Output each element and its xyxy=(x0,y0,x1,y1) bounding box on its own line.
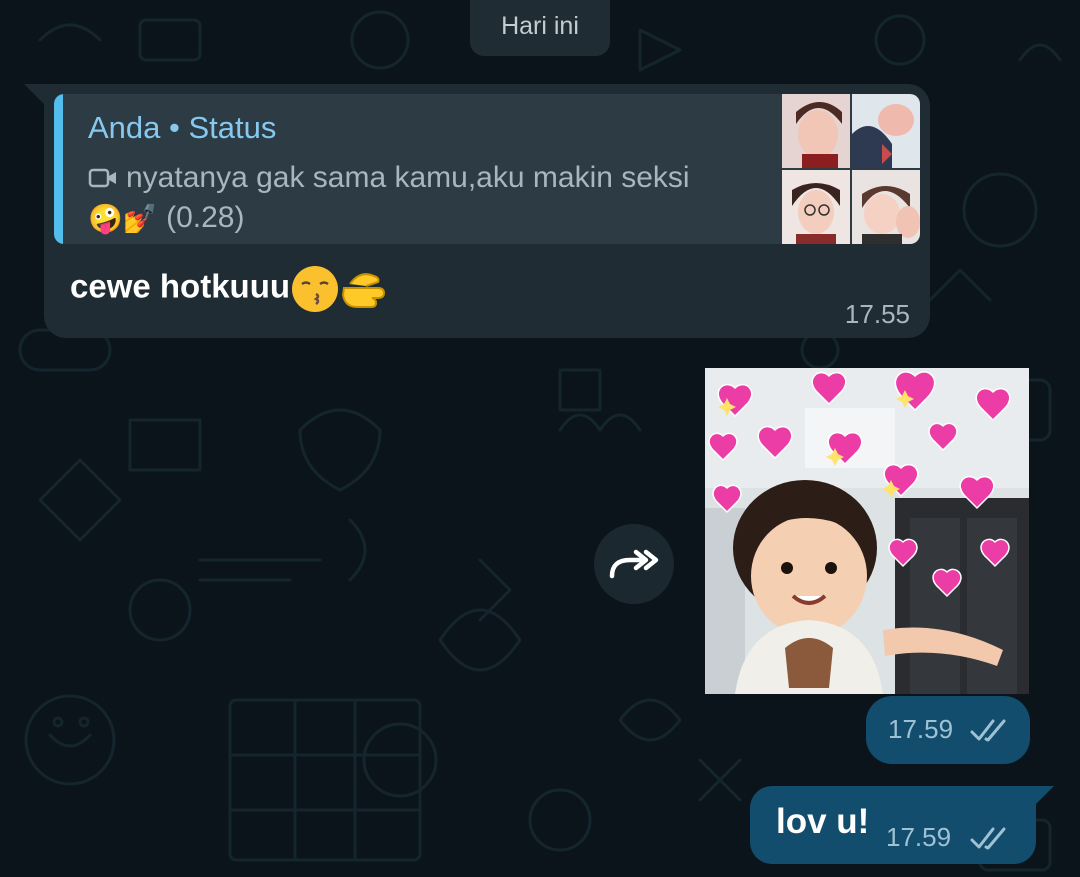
message-time: 17.55 xyxy=(844,299,910,329)
status-photo xyxy=(852,94,920,168)
status-photo xyxy=(782,170,850,244)
quote-title: Anda • Status xyxy=(88,110,277,145)
outgoing-message-bubble[interactable]: lov u! 17.59 xyxy=(750,786,1036,864)
double-check-icon xyxy=(970,719,1006,742)
incoming-bubble-tail xyxy=(24,84,46,106)
chat-window: Hari ini Anda • Status nyatanya gak sama… xyxy=(0,0,1080,877)
incoming-message-bubble[interactable]: Anda • Status nyatanya gak sama kamu,aku… xyxy=(44,84,930,338)
quote-caption: nyatanya gak sama kamu,aku makin seksi 🤪… xyxy=(88,158,778,239)
pointing-hand-emoji xyxy=(342,273,386,308)
outgoing-message-time: 17.59 xyxy=(886,822,952,852)
kissing-face-emoji xyxy=(292,266,339,312)
double-check-icon xyxy=(970,827,1006,850)
quote-accent-bar xyxy=(54,94,63,244)
outgoing-bubble-tail xyxy=(1034,786,1054,806)
message-text: cewe hotkuuu xyxy=(70,264,396,314)
quote-caption-text: nyatanya gak sama kamu,aku makin seksi xyxy=(126,161,690,194)
status-thumbnail xyxy=(782,94,920,244)
forward-button[interactable] xyxy=(594,524,674,604)
quoted-status-reply[interactable]: Anda • Status nyatanya gak sama kamu,aku… xyxy=(54,94,920,244)
quote-duration: (0.28) xyxy=(166,201,245,234)
caption-emojis: 🤪💅 xyxy=(88,203,158,235)
hearts-child-sticker[interactable] xyxy=(705,368,1029,694)
forward-icon xyxy=(609,549,659,579)
video-camera-icon xyxy=(88,168,116,188)
status-photo xyxy=(852,170,920,244)
sticker-time-badge: 17.59 xyxy=(866,696,1030,764)
sticker-time: 17.59 xyxy=(888,714,954,744)
date-separator: Hari ini xyxy=(470,0,610,56)
status-photo xyxy=(782,94,850,168)
outgoing-message-text: lov u! xyxy=(776,802,870,841)
message-body: cewe hotkuuu xyxy=(70,267,291,305)
